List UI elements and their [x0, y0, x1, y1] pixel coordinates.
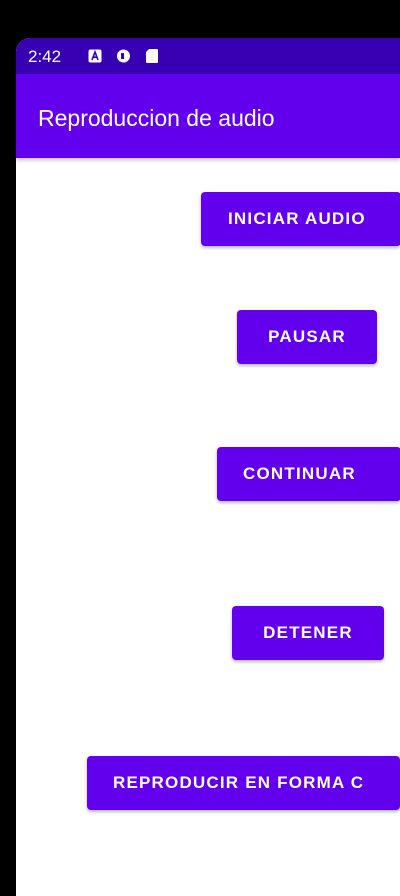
sd-card-icon	[146, 49, 158, 63]
loop-play-button[interactable]: REPRODUCIR EN FORMA C	[87, 756, 400, 810]
status-bar: 2:42	[16, 38, 400, 74]
accessibility-a-icon	[88, 49, 102, 63]
app-title: Reproduccion de audio	[38, 105, 275, 131]
pause-button[interactable]: PAUSAR	[237, 310, 377, 364]
stop-button[interactable]: DETENER	[232, 606, 384, 660]
status-time: 2:42	[28, 47, 62, 66]
app-bar: Reproduccion de audio	[16, 74, 400, 158]
app-screen: 2:42 Reproduccion de audio INICIAR AUDIO…	[16, 38, 400, 896]
device-frame: 2:42 Reproduccion de audio INICIAR AUDIO…	[0, 0, 400, 896]
sync-circle-icon	[117, 49, 130, 63]
start-audio-button[interactable]: INICIAR AUDIO	[201, 192, 400, 246]
continue-button[interactable]: CONTINUAR	[217, 447, 400, 501]
